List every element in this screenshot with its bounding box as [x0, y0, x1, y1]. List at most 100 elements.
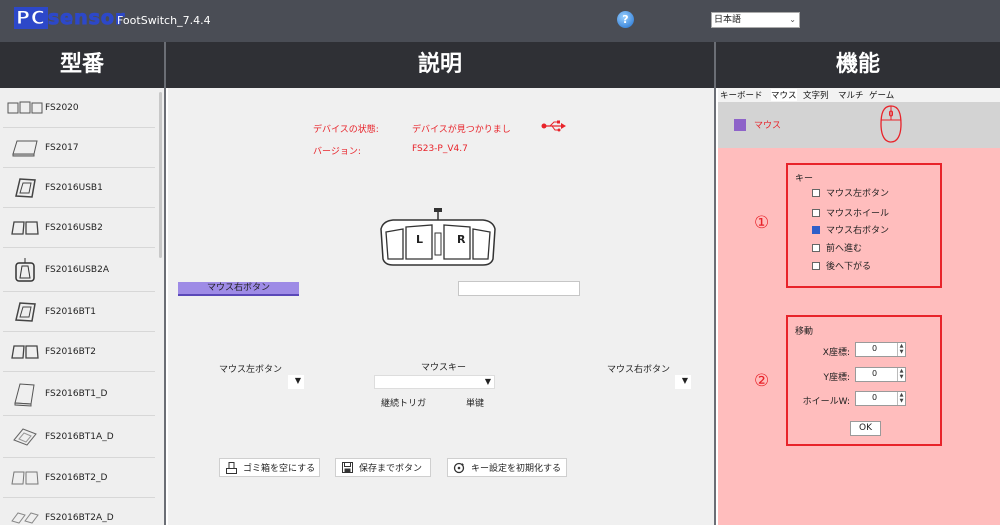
model-label: FS2016BT2: [45, 346, 97, 357]
footswitch-illustration: [377, 207, 499, 269]
checkbox[interactable]: [812, 243, 820, 252]
option-left-button[interactable]: マウス左ボタン: [812, 186, 889, 199]
option-right-button[interactable]: マウス右ボタン: [812, 223, 889, 236]
device-status-value: デバイスが見つかりまし: [412, 125, 511, 135]
tab-keyboard[interactable]: キーボード: [720, 89, 763, 101]
model-item-fs2017[interactable]: FS2017: [3, 128, 155, 168]
tab-game[interactable]: ゲーム: [869, 89, 894, 101]
spinner-arrows-icon[interactable]: ▲ ▼: [897, 392, 905, 405]
model-item-fs2016bt2a-d[interactable]: FS2016BT2A_D: [3, 498, 155, 525]
model-item-fs2020[interactable]: FS2020: [3, 88, 155, 128]
left-pedal-dropdown[interactable]: ▼: [288, 375, 304, 389]
triple-pedal-icon: [7, 95, 43, 121]
option-label: マウス左ボタン: [826, 189, 890, 199]
model-label: FS2017: [45, 142, 79, 153]
flat-pedal-icon: [7, 135, 43, 161]
single-pedal-icon: [7, 299, 43, 325]
reset-keys-button[interactable]: キー設定を初期化する: [447, 458, 567, 477]
checkbox[interactable]: [812, 225, 820, 234]
model-item-fs2016bt2-d[interactable]: FS2016BT2_D: [3, 458, 155, 498]
single-trigger-label[interactable]: 単键: [466, 396, 484, 409]
model-list-scrollbar[interactable]: [159, 92, 162, 258]
usb-icon: [541, 120, 567, 132]
function-header: 機能: [716, 42, 1000, 88]
ok-button[interactable]: OK: [850, 421, 881, 436]
empty-trash-button[interactable]: ゴミ箱を空にする: [219, 458, 320, 477]
double-pedal-icon: [7, 215, 43, 241]
pedal-right-letter: R: [457, 233, 466, 246]
wheel-input[interactable]: 0 ▲ ▼: [855, 391, 906, 406]
model-item-fs2016usb2a[interactable]: FS2016USB2A: [3, 248, 155, 292]
model-item-fs2016bt2[interactable]: FS2016BT2: [3, 332, 155, 372]
pcsensor-logo: PC sensor: [14, 7, 126, 30]
assignment-input[interactable]: [458, 281, 580, 296]
option-wheel[interactable]: マウスホイール: [812, 206, 889, 219]
left-pedal-label: マウス左ボタン: [219, 365, 283, 375]
language-select[interactable]: 日本語 ⌄: [711, 12, 800, 28]
option-back[interactable]: 後へ下がる: [812, 259, 871, 272]
checkbox[interactable]: [812, 188, 820, 197]
wheel-value: 0: [872, 393, 878, 402]
trash-icon: [225, 461, 237, 474]
double-pedal-icon: [7, 339, 43, 365]
dropdown-arrow-icon: ▼: [681, 376, 688, 385]
model-item-fs2016bt1[interactable]: FS2016BT1: [3, 292, 155, 332]
dropdown-arrow-icon: ▼: [294, 376, 301, 385]
checkbox[interactable]: [812, 208, 820, 217]
model-label: FS2016USB2A: [45, 264, 109, 275]
tab-string[interactable]: 文字列: [803, 89, 829, 101]
save-icon: [341, 462, 353, 474]
right-pedal-label: マウス右ボタン: [607, 365, 671, 375]
dropdown-arrow-icon: ▼: [484, 377, 491, 386]
checkbox[interactable]: [812, 261, 820, 270]
model-item-fs2016usb1[interactable]: FS2016USB1: [3, 168, 155, 208]
model-item-fs2016bt1a-d[interactable]: FS2016BT1A_D: [3, 416, 155, 458]
model-list[interactable]: FS2020 FS2017 FS2016USB1 FS2016USB2 FS20…: [0, 88, 164, 525]
y-input[interactable]: 0 ▲ ▼: [855, 367, 906, 382]
version-value: FS23-P_V4.7: [412, 144, 468, 154]
mouse-icon: [879, 104, 903, 144]
model-item-fs2016usb2[interactable]: FS2016USB2: [3, 208, 155, 248]
center-pedal-label: マウスキー: [421, 363, 467, 373]
marker-1: ①: [754, 213, 770, 233]
continuous-trigger-label[interactable]: 継続トリガ: [381, 396, 426, 409]
boxed-pedal-icon: [7, 257, 43, 283]
option-label: 後へ下がる: [826, 262, 872, 272]
divider: [164, 42, 166, 525]
x-input[interactable]: 0 ▲ ▼: [855, 342, 906, 357]
tilted-pedal-icon: [7, 424, 43, 450]
save-button[interactable]: 保存までボタン: [335, 458, 431, 477]
model-label: FS2016BT2A_D: [45, 512, 114, 523]
option-label: マウスホイール: [826, 209, 890, 219]
center-pedal-dropdown[interactable]: ▼: [374, 375, 495, 389]
model-label: FS2020: [45, 102, 79, 113]
wheel-label: ホイールW:: [802, 397, 850, 407]
model-item-fs2016bt1-d[interactable]: FS2016BT1_D: [3, 372, 155, 416]
tilted-double-pedal-icon: [7, 505, 43, 525]
spinner-arrows-icon[interactable]: ▲ ▼: [897, 343, 905, 356]
function-panel: [718, 88, 1000, 525]
model-label: FS2016BT2_D: [45, 472, 108, 483]
right-pedal-dropdown[interactable]: ▼: [675, 375, 691, 389]
mouse-mode-swatch: [734, 119, 746, 131]
tab-multi[interactable]: マルチ: [838, 89, 864, 101]
spinner-arrows-icon[interactable]: ▲ ▼: [897, 368, 905, 381]
model-label: FS2016BT1_D: [45, 388, 108, 399]
device-status-label: デバイスの状態:: [313, 125, 379, 135]
option-forward[interactable]: 前へ進む: [812, 241, 862, 254]
model-label: FS2016USB2: [45, 222, 103, 233]
tab-mouse[interactable]: マウス: [771, 89, 797, 101]
help-icon[interactable]: ?: [617, 11, 634, 28]
double-pedal-icon: [7, 465, 43, 491]
chevron-down-icon: ⌄: [789, 15, 796, 24]
save-label: 保存までボタン: [359, 464, 423, 474]
language-value: 日本語: [714, 15, 742, 25]
option-label: マウス右ボタン: [826, 226, 890, 236]
pedal-left-letter: L: [416, 233, 424, 246]
reset-keys-label: キー設定を初期化する: [471, 464, 562, 474]
single-pedal-icon: [7, 381, 43, 407]
x-value: 0: [872, 344, 878, 353]
move-group-title: 移動: [795, 327, 814, 337]
app-title: FootSwitch_7.4.4: [117, 14, 211, 27]
selected-pedal-assignment[interactable]: マウス右ボタン: [178, 282, 299, 296]
